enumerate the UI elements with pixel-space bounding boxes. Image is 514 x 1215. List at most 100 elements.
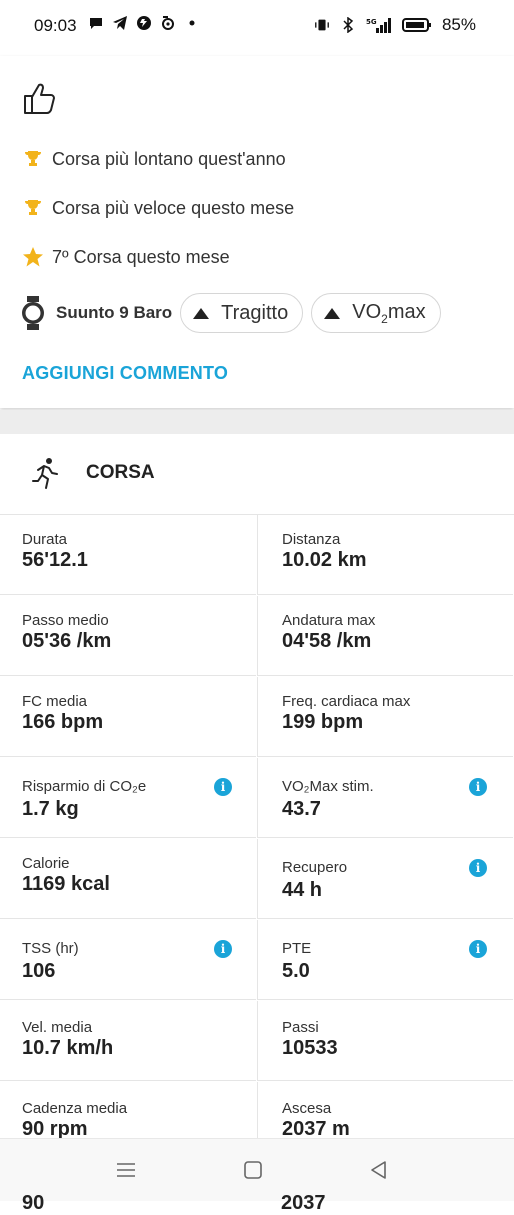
stat-avg-pace: Passo medio 05'36 /km — [0, 596, 256, 676]
stat-label: Freq. cardiaca max — [282, 693, 411, 710]
menu-button[interactable] — [113, 1157, 139, 1183]
stat-value: 10533 — [282, 1037, 338, 1059]
stat-label: FC media — [22, 693, 88, 710]
stat-max-pace: Andatura max 04'58 /km — [257, 596, 513, 676]
stat-label: TSS (hr) — [22, 940, 79, 957]
stat-vo2max: VO₂Max stim. 43.7 i — [257, 758, 513, 838]
stat-duration: Durata 56'12.1 — [0, 515, 256, 595]
activity-header: CORSA — [0, 434, 514, 515]
stat-tss: TSS (hr) 106 i — [0, 920, 256, 1000]
stat-label: VO₂Max stim. — [282, 778, 374, 795]
stat-avg-hr: FC media 166 bpm — [0, 677, 256, 757]
info-icon[interactable]: i — [214, 940, 232, 958]
chip-label: VO2max — [352, 300, 426, 326]
stat-steps: Passi 10533 — [257, 1001, 513, 1081]
stat-label: Cadenza media — [22, 1100, 128, 1117]
back-icon[interactable] — [369, 1160, 389, 1180]
stat-calories: Calorie 1169 kcal — [0, 839, 256, 919]
achievement-item: Corsa più lontano quest'anno — [22, 148, 286, 170]
achievement-item: 7º Corsa questo mese — [22, 246, 230, 268]
stat-value: 43.7 — [282, 798, 321, 820]
stat-label: Distanza — [282, 531, 341, 548]
stat-label: Calorie — [22, 855, 70, 872]
add-comment-link[interactable]: AGGIUNGI COMMENTO — [22, 363, 228, 384]
signal-icon: 5G — [366, 17, 392, 33]
chat-icon — [88, 15, 104, 31]
back-button[interactable] — [366, 1157, 392, 1183]
stat-label: Ascesa — [282, 1100, 332, 1117]
stat-avg-speed: Vel. media 10.7 km/h — [0, 1001, 256, 1081]
stat-label: Risparmio di CO₂e — [22, 778, 147, 795]
trophy-icon — [22, 148, 44, 170]
triangle-up-icon — [324, 307, 341, 319]
like-button[interactable] — [22, 80, 58, 116]
app-icon — [160, 15, 176, 31]
activity-card: CORSA Durata 56'12.1 Distanza 10.02 km P… — [0, 434, 514, 1200]
info-icon[interactable]: i — [469, 778, 487, 796]
vibrate-icon — [314, 17, 330, 33]
device-row: Suunto 9 Baro Tragitto VO2max — [20, 293, 449, 333]
stat-distance: Distanza 10.02 km — [257, 515, 513, 595]
stat-recovery: Recupero 44 h i — [257, 839, 513, 919]
stat-value: 166 bpm — [22, 711, 104, 733]
running-icon — [30, 456, 62, 490]
workout-summary-card: Corsa più lontano quest'anno Corsa più v… — [0, 56, 514, 408]
home-button[interactable] — [240, 1157, 266, 1183]
stat-value: 05'36 /km — [22, 630, 112, 652]
stat-value: 1169 kcal — [22, 873, 110, 895]
stat-value: 106 — [22, 960, 56, 982]
partial-value: 2037 — [281, 1192, 326, 1214]
svg-text:5G: 5G — [366, 18, 377, 26]
stat-label: Andatura max — [282, 612, 376, 629]
stat-value: 10.02 km — [282, 549, 367, 571]
status-bar: 09:03 5G 85% — [0, 0, 514, 52]
stat-co2-saving: Risparmio di CO₂e 1.7 kg i — [0, 758, 256, 838]
route-chip[interactable]: Tragitto — [180, 293, 304, 333]
activity-title: CORSA — [86, 462, 155, 483]
achievement-text: Corsa più veloce questo mese — [52, 197, 295, 218]
system-icons: 5G 85% — [314, 15, 476, 35]
battery-percent: 85% — [441, 15, 476, 34]
status-time: 09:03 — [34, 16, 77, 35]
home-icon[interactable] — [243, 1160, 263, 1180]
achievement-item: Corsa più veloce questo mese — [22, 197, 294, 219]
info-icon[interactable]: i — [469, 940, 487, 958]
info-icon[interactable]: i — [469, 859, 487, 877]
bluetooth-icon — [340, 17, 356, 33]
stat-label: Recupero — [282, 859, 348, 876]
device-name: Suunto 9 Baro — [56, 303, 173, 322]
stat-value: 199 bpm — [282, 711, 364, 733]
section-divider — [0, 410, 514, 434]
stat-label: Passo medio — [22, 612, 109, 629]
partial-value: 90 — [22, 1192, 45, 1214]
watch-icon — [20, 296, 46, 330]
stat-label: Passi — [282, 1019, 319, 1036]
stat-value: 1.7 kg — [22, 798, 79, 820]
battery-icon — [401, 17, 432, 33]
vo2max-chip[interactable]: VO2max — [311, 293, 441, 333]
stat-pte: PTE 5.0 i — [257, 920, 513, 1000]
telegram-icon — [112, 15, 128, 31]
chip-label: Tragitto — [221, 301, 289, 324]
stat-value: 44 h — [282, 879, 323, 901]
stat-label: PTE — [282, 940, 312, 957]
achievement-text: 7º Corsa questo mese — [52, 246, 230, 267]
dot-icon — [184, 15, 200, 31]
stat-label: Vel. media — [22, 1019, 93, 1036]
stat-value: 5.0 — [282, 960, 310, 982]
stat-value: 10.7 km/h — [22, 1037, 114, 1059]
menu-icon[interactable] — [116, 1161, 136, 1179]
star-icon — [22, 246, 44, 268]
trophy-icon — [22, 197, 44, 219]
triangle-up-icon — [193, 307, 210, 319]
navigation-bar — [0, 1138, 514, 1201]
stat-value: 56'12.1 — [22, 549, 88, 571]
stat-value: 04'58 /km — [282, 630, 372, 652]
info-icon[interactable]: i — [214, 778, 232, 796]
thumbs-up-icon[interactable] — [22, 80, 58, 116]
notification-icons — [88, 15, 200, 31]
achievement-text: Corsa più lontano quest'anno — [52, 148, 286, 169]
shazam-icon — [136, 15, 152, 31]
stat-label: Durata — [22, 531, 68, 548]
stat-max-hr: Freq. cardiaca max 199 bpm — [257, 677, 513, 757]
